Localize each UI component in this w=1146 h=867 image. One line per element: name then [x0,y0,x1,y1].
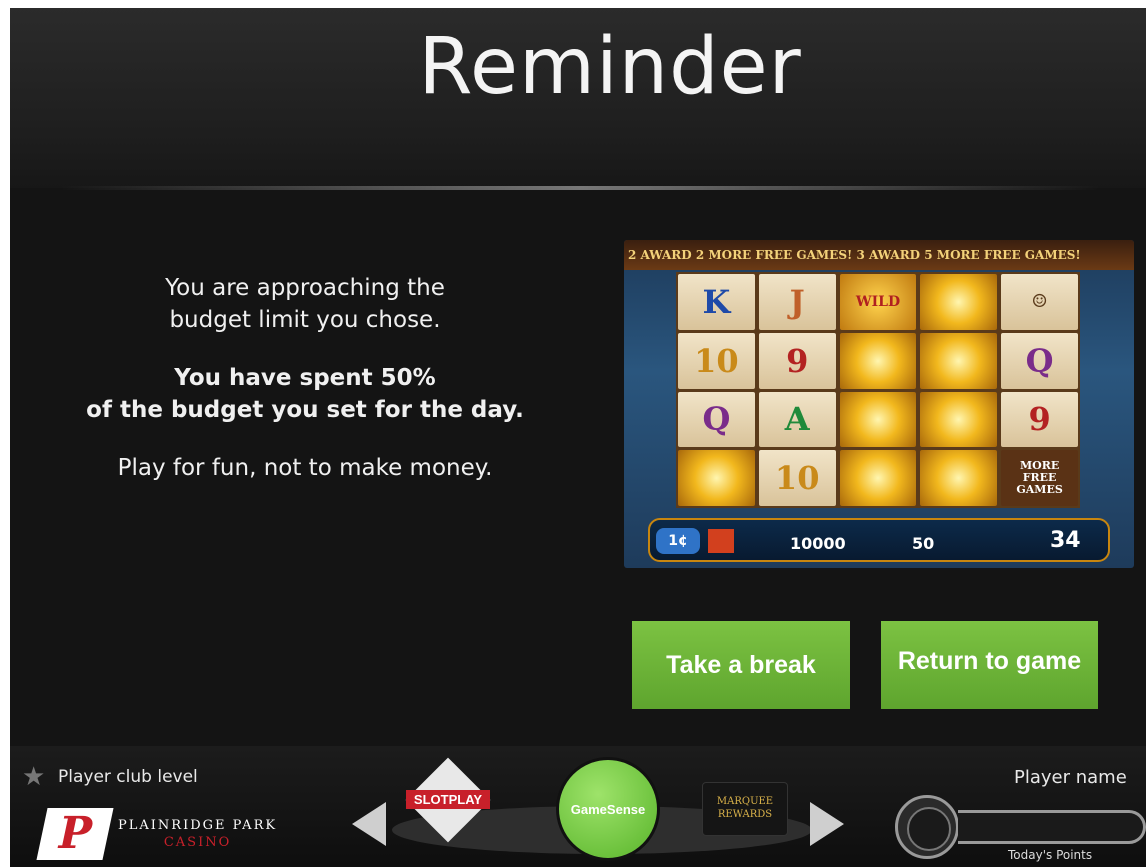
reel-1: K 10 Q [678,274,755,506]
reel-symbol: J [758,274,836,330]
gold-symbol-icon [920,332,998,389]
free-games-symbol: MORE FREE GAMES [1001,450,1078,506]
page-title: Reminder [418,22,802,112]
club-level-label: Player club level [58,767,198,787]
character-symbol-icon: ☺ [1001,274,1078,330]
gold-symbol-icon [920,450,998,506]
frame-edge [0,0,10,867]
casino-subname: CASINO [163,835,232,850]
wild-symbol: WILD [839,274,917,330]
marquee-rewards-tile[interactable]: MARQUEE REWARDS [702,782,788,836]
slot-reels: K 10 Q J 9 A 10 WILD ☺ Q 9 MORE FREE GAM… [676,272,1080,508]
casino-name: PLAINRIDGE PARK [118,818,278,833]
tagline: Play for fun, not to make money. [117,455,493,481]
casino-p-logo-icon: P [36,808,114,860]
reel-symbol: 9 [1001,391,1078,448]
todays-points-label: Today's Points [1008,848,1093,862]
reel-5: ☺ Q 9 MORE FREE GAMES [1001,274,1078,506]
return-to-game-button[interactable]: Return to game [881,621,1098,709]
gold-symbol-icon [678,450,755,506]
message-line-1: You are approaching the [165,275,445,301]
credit-denomination: 1¢ [656,528,700,554]
reel-symbol: 9 [758,332,836,389]
game-screenshot: 2 AWARD 2 MORE FREE GAMES! 3 AWARD 5 MOR… [624,240,1134,568]
gold-symbol-icon [920,391,998,448]
reel-symbol: Q [1001,332,1078,389]
spent-line-1: You have spent 50% [174,365,436,391]
casino-logo-text: PLAINRIDGE PARK CASINO [118,817,277,851]
star-icon: ★ [22,762,46,792]
game-banner: 2 AWARD 2 MORE FREE GAMES! 3 AWARD 5 MOR… [624,240,1134,270]
reminder-message: You are approaching the budget limit you… [40,272,570,510]
right-arrow-icon[interactable] [810,802,844,846]
credit-value: 10000 [790,534,846,553]
reel-symbol: Q [678,391,755,448]
points-bar [958,810,1146,844]
gamesense-button[interactable]: GameSense [556,757,660,861]
reel-symbol: 10 [678,332,755,389]
reel-3: WILD [839,274,917,506]
gold-symbol-icon [839,332,917,389]
bet-value: 50 [912,534,935,553]
player-club-level: ★ Player club level [22,764,198,790]
game-meter: 1¢ 10000 50 34 [648,518,1110,562]
casino-logo: P PLAINRIDGE PARK CASINO [36,808,277,860]
gold-symbol-icon [839,391,917,448]
reel-symbol: K [678,274,755,330]
left-arrow-icon[interactable] [352,802,386,846]
reel-symbol: A [758,391,836,448]
win-value: 34 [1050,528,1081,553]
player-name-label: Player name [1014,767,1127,788]
reel-4 [920,274,998,506]
header-divider [60,186,1100,190]
gold-symbol-icon [920,274,998,330]
points-dial-icon [895,795,959,859]
spent-line-2: of the budget you set for the day. [86,397,524,423]
reel-symbol: 10 [758,450,836,506]
reel-2: J 9 A 10 [758,274,836,506]
message-line-2: budget limit you chose. [169,307,441,333]
gold-symbol-icon [839,450,917,506]
take-a-break-button[interactable]: Take a break [632,621,850,709]
top-band [0,0,1146,8]
denom-indicator [708,529,734,553]
